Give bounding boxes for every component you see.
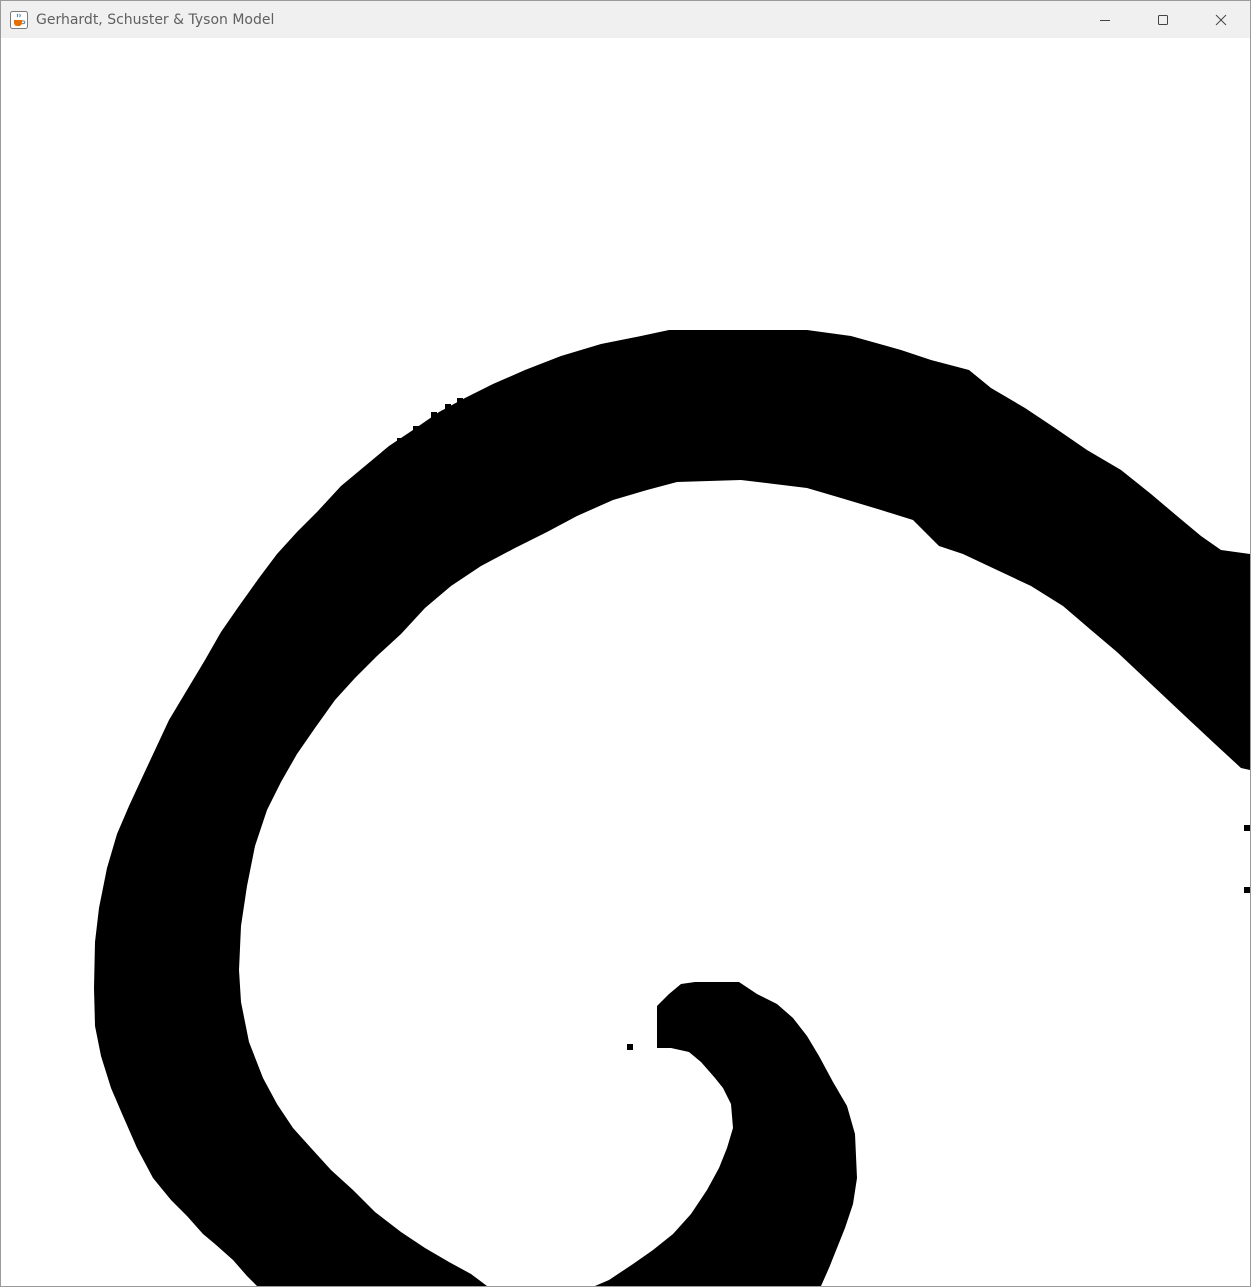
stray-cell — [445, 404, 451, 410]
window-controls — [1076, 1, 1250, 38]
stray-cell — [1244, 887, 1250, 893]
stray-cell — [431, 412, 437, 418]
java-coffee-cup-icon[interactable] — [10, 10, 28, 29]
spiral-inner-arm — [595, 982, 857, 1286]
minimize-icon — [1100, 19, 1110, 21]
stray-cell — [397, 438, 403, 444]
stray-cell — [457, 398, 463, 404]
simulation-canvas-area[interactable] — [1, 38, 1250, 1286]
stray-cell — [627, 1044, 633, 1050]
stray-cell — [413, 426, 419, 432]
window-title: Gerhardt, Schuster & Tyson Model — [36, 11, 275, 28]
maximize-button[interactable] — [1134, 1, 1192, 38]
spiral-wave-pattern — [94, 330, 1250, 1286]
maximize-icon — [1158, 14, 1168, 25]
spiral-outer-arm — [94, 330, 1250, 1286]
app-window: Gerhardt, Schuster & Tyson Model — [0, 0, 1251, 1287]
close-icon — [1215, 14, 1227, 25]
close-button[interactable] — [1192, 1, 1250, 38]
minimize-button[interactable] — [1076, 1, 1134, 38]
stray-cell — [1244, 825, 1250, 831]
title-bar[interactable]: Gerhardt, Schuster & Tyson Model — [1, 1, 1250, 38]
